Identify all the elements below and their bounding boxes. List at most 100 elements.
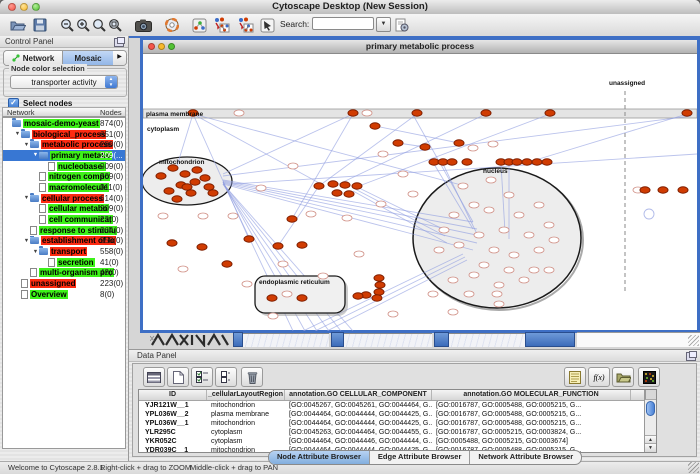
- import-attributes-button[interactable]: [612, 367, 634, 387]
- network-node-label[interactable]: [448, 277, 458, 283]
- network-node-label[interactable]: [474, 232, 484, 238]
- expand-arrow[interactable]: ▼: [23, 142, 30, 148]
- network-node[interactable]: [208, 190, 218, 196]
- scrollbar-corner-button[interactable]: [645, 390, 656, 400]
- attribute-matrix-button[interactable]: [638, 367, 660, 387]
- resize-grip-icon[interactable]: [688, 335, 699, 346]
- network-node-label[interactable]: [534, 202, 544, 208]
- network-node[interactable]: [332, 190, 342, 196]
- network-node[interactable]: [328, 181, 338, 187]
- network-node[interactable]: [297, 242, 307, 248]
- layout-edges-button[interactable]: [236, 16, 255, 34]
- network-node[interactable]: [197, 244, 207, 250]
- network-node[interactable]: [532, 159, 542, 165]
- network-node[interactable]: [244, 236, 254, 242]
- zoom-fit-button[interactable]: [106, 16, 125, 34]
- network-node[interactable]: [512, 159, 522, 165]
- network-node-label[interactable]: [499, 227, 509, 233]
- background-window-content[interactable]: [449, 333, 525, 347]
- network-node-label[interactable]: [376, 201, 386, 207]
- tree-row[interactable]: cell communicat22(0): [3, 214, 125, 225]
- tree-row[interactable]: ▼transport558(0): [3, 246, 125, 257]
- network-node-label[interactable]: [529, 267, 539, 273]
- network-node-label[interactable]: [178, 266, 188, 272]
- open-session-button[interactable]: [8, 16, 27, 34]
- network-node[interactable]: [412, 110, 422, 116]
- tree-row[interactable]: multi-organism pro42(0): [3, 268, 125, 279]
- network-node-label[interactable]: [504, 267, 514, 273]
- tree-row[interactable]: ▼metabolic process280(0): [3, 139, 125, 150]
- network-node-label[interactable]: [492, 291, 502, 297]
- function-builder-button[interactable]: f(x): [588, 367, 610, 387]
- expand-arrow[interactable]: ▼: [32, 152, 39, 158]
- table-row[interactable]: YPL036W__2plasma membrane[GO:0044464, GO…: [139, 410, 656, 419]
- network-node[interactable]: [640, 187, 650, 193]
- tree-row[interactable]: Overview8(0): [3, 289, 125, 300]
- tree-row[interactable]: mosaic-demo-yeast874(0): [3, 118, 125, 129]
- network-node[interactable]: [222, 261, 232, 267]
- network-node-label[interactable]: [242, 281, 252, 287]
- tab-edge-attribute-browser[interactable]: Edge Attribute Browser: [370, 451, 470, 464]
- tab-node-attribute-browser[interactable]: Node Attribute Browser: [269, 451, 370, 464]
- table-row[interactable]: YPL036W__1mitochondrion[GO:0044464, GO:0…: [139, 419, 656, 428]
- column-header[interactable]: annotation.GO MOLECULAR_FUNCTION: [432, 390, 631, 400]
- network-node[interactable]: [393, 140, 403, 146]
- snapshot-button[interactable]: [134, 16, 153, 34]
- background-window-frame[interactable]: [331, 332, 344, 347]
- network-node-label[interactable]: [486, 177, 496, 183]
- network-node[interactable]: [190, 179, 200, 185]
- overview-button[interactable]: [190, 16, 209, 34]
- network-node-label[interactable]: [158, 213, 168, 219]
- network-node[interactable]: [156, 173, 166, 179]
- save-session-button[interactable]: [30, 16, 49, 34]
- network-node-label[interactable]: [494, 301, 504, 307]
- network-node-label[interactable]: [354, 251, 364, 257]
- network-node-label[interactable]: [464, 291, 474, 297]
- network-node[interactable]: [192, 167, 202, 173]
- network-node-label[interactable]: [549, 237, 559, 243]
- window-titlebar[interactable]: Cytoscape Desktop (New Session): [0, 0, 700, 15]
- network-node[interactable]: [352, 183, 362, 189]
- tree-row[interactable]: nitrogen compo209(0): [3, 171, 125, 182]
- network-node-label[interactable]: [519, 277, 529, 283]
- network-node-label[interactable]: [362, 110, 372, 116]
- network-node-label[interactable]: [439, 227, 449, 233]
- network-node-label[interactable]: [388, 311, 398, 317]
- network-node-label[interactable]: [534, 247, 544, 253]
- network-node-label[interactable]: [484, 207, 494, 213]
- help-button[interactable]: [162, 16, 181, 34]
- delete-attribute-button[interactable]: [241, 367, 263, 387]
- tab-network[interactable]: Network: [4, 51, 63, 65]
- network-node-label[interactable]: [509, 252, 519, 258]
- network-node-label[interactable]: [306, 211, 316, 217]
- network-node[interactable]: [182, 184, 192, 190]
- network-node[interactable]: [353, 293, 363, 299]
- column-header[interactable]: annotation.GO CELLULAR_COMPONENT: [285, 390, 432, 400]
- network-node-label[interactable]: [524, 232, 534, 238]
- network-node-label[interactable]: [256, 185, 266, 191]
- annotation-pad-button[interactable]: [564, 367, 586, 387]
- network-node[interactable]: [658, 187, 668, 193]
- network-node[interactable]: [454, 140, 464, 146]
- data-panel-float-icon[interactable]: [686, 352, 696, 361]
- tree-row[interactable]: ▼primary metabo209(...: [3, 150, 125, 161]
- expand-arrow[interactable]: ▼: [23, 238, 30, 244]
- network-node-label[interactable]: [504, 192, 514, 198]
- background-window-frame[interactable]: [233, 332, 243, 347]
- background-window-frame[interactable]: [434, 332, 449, 347]
- unselect-attributes-button[interactable]: [215, 367, 237, 387]
- network-node[interactable]: [370, 123, 380, 129]
- search-input[interactable]: [312, 17, 374, 30]
- search-dropdown-button[interactable]: ▼: [376, 17, 391, 32]
- network-canvas[interactable]: plasma membranecytoplasmmitochondrionnuc…: [143, 54, 697, 331]
- network-node[interactable]: [522, 159, 532, 165]
- layout-nodes-button[interactable]: [212, 16, 231, 34]
- network-node-label[interactable]: [228, 213, 238, 219]
- node-color-dropdown[interactable]: transporter activity ▲▼: [10, 75, 118, 89]
- expand-arrow[interactable]: ▼: [14, 131, 21, 137]
- network-node-label[interactable]: [488, 141, 498, 147]
- network-node-label[interactable]: [288, 163, 298, 169]
- network-node[interactable]: [314, 183, 324, 189]
- tree-row[interactable]: secretion41(0): [3, 257, 125, 268]
- network-window-titlebar[interactable]: primary metabolic process: [143, 40, 697, 54]
